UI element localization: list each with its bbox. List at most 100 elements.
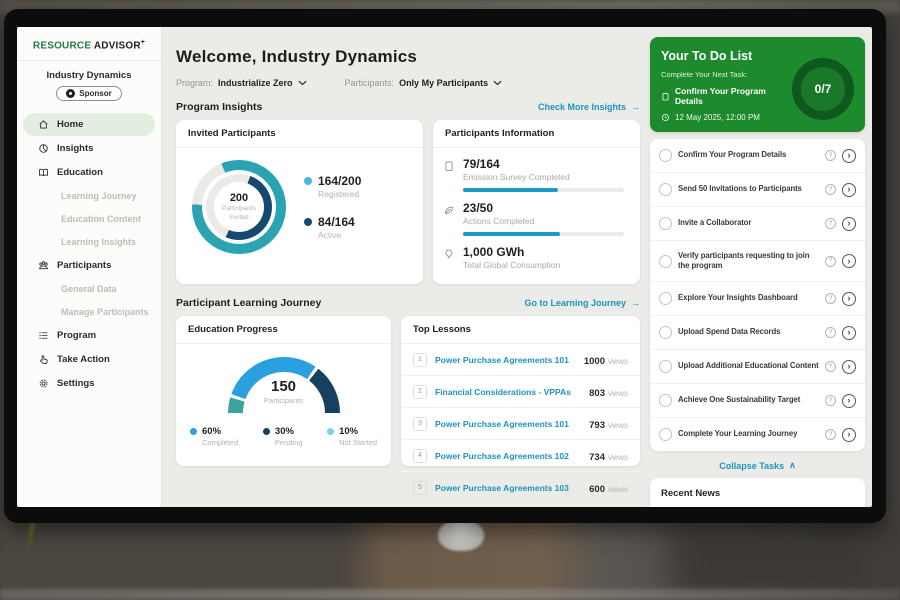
legend-dot [304, 177, 312, 185]
legend-dot [190, 428, 197, 435]
task-open-button[interactable]: › [842, 394, 856, 408]
task-row[interactable]: Explore Your Insights Dashboard ? › [650, 282, 865, 316]
legend-dot [263, 428, 270, 435]
help-icon[interactable]: ? [825, 395, 836, 406]
lesson-title-link[interactable]: Power Purchase Agreements 101 [435, 355, 576, 365]
participants-icon [38, 260, 49, 271]
task-checkbox[interactable] [659, 217, 672, 230]
check-more-insights-link[interactable]: Check More Insights → [538, 102, 640, 112]
task-row[interactable]: Upload Additional Educational Content ? … [650, 350, 865, 384]
sidebar-item-label: Education [57, 167, 103, 178]
sidebar-item-label: Program [57, 330, 96, 341]
sidebar-item-general-data[interactable]: General Data [23, 278, 155, 300]
task-row[interactable]: Confirm Your Program Details ? › [650, 139, 865, 173]
help-icon[interactable]: ? [825, 256, 836, 267]
task-checkbox[interactable] [659, 394, 672, 407]
legend-item-not-started: 10% Not Started [327, 426, 377, 447]
lesson-title-link[interactable]: Power Purchase Agreements 103 [435, 483, 581, 493]
sidebar-item-label: Learning Journey [61, 191, 137, 201]
settings-icon [38, 378, 49, 389]
sidebar-item-settings[interactable]: Settings [23, 372, 155, 395]
participants-filter-value: Only My Participants [399, 78, 488, 88]
recent-news-card: Recent News [650, 478, 865, 507]
sponsor-badge-icon [66, 89, 75, 98]
survey-icon [443, 160, 455, 172]
task-row[interactable]: Achieve One Sustainability Target ? › [650, 384, 865, 418]
invited-legend: 164/200 Registered 84/164 Active [304, 174, 361, 240]
task-row[interactable]: Send 50 Invitations to Participants ? › [650, 173, 865, 207]
task-checkbox[interactable] [659, 255, 672, 268]
sponsor-badge[interactable]: Sponsor [56, 86, 121, 101]
task-row[interactable]: Invite a Collaborator ? › [650, 207, 865, 241]
help-icon[interactable]: ? [825, 429, 836, 440]
help-icon[interactable]: ? [825, 361, 836, 372]
program-icon [38, 330, 49, 341]
sidebar-item-label: Learning Insights [61, 237, 136, 247]
task-row[interactable]: Upload Spend Data Records ? › [650, 316, 865, 350]
task-checkbox[interactable] [659, 428, 672, 441]
sidebar-item-manage-participants[interactable]: Manage Participants [23, 301, 155, 323]
participants-filter[interactable]: Participants: Only My Participants [345, 78, 503, 88]
todo-progress-ring: 0/7 [792, 58, 854, 120]
task-open-button[interactable]: › [842, 149, 856, 163]
chevron-right-icon: › [848, 218, 851, 228]
card-title: Invited Participants [176, 120, 423, 148]
sidebar-item-label: Manage Participants [61, 307, 149, 317]
lesson-rank: 3 [413, 417, 427, 431]
invited-participants-card: Invited Participants 200 Participants In… [176, 120, 423, 284]
help-icon[interactable]: ? [825, 218, 836, 229]
lesson-title-link[interactable]: Power Purchase Agreements 101 [435, 419, 581, 429]
todo-panel: Your To Do List Complete Your Next Task:… [650, 27, 872, 507]
task-open-button[interactable]: › [842, 254, 856, 268]
gauge-center-value: 150 [228, 378, 340, 395]
task-row[interactable]: Verify participants requesting to join t… [650, 241, 865, 282]
task-checkbox[interactable] [659, 292, 672, 305]
chevron-right-icon: › [848, 429, 851, 439]
chevron-right-icon: › [848, 150, 851, 160]
participants-information-card: Participants Information 79/164 Emission… [433, 120, 640, 284]
task-checkbox[interactable] [659, 326, 672, 339]
sidebar-item-program[interactable]: Program [23, 324, 155, 347]
learning-journey-title: Participant Learning Journey [176, 297, 321, 309]
task-open-button[interactable]: › [842, 428, 856, 442]
program-insights-title: Program Insights [176, 101, 262, 113]
education-progress-card: Education Progress 150 Participants [176, 316, 391, 466]
sidebar-item-take-action[interactable]: Take Action [23, 348, 155, 371]
sidebar-item-education[interactable]: Education [23, 161, 155, 184]
help-icon[interactable]: ? [825, 184, 836, 195]
help-icon[interactable]: ? [825, 293, 836, 304]
go-to-learning-journey-link[interactable]: Go to Learning Journey → [524, 298, 640, 308]
sidebar-item-participants[interactable]: Participants [23, 254, 155, 277]
sidebar-item-learning-insights[interactable]: Learning Insights [23, 231, 155, 253]
task-checkbox[interactable] [659, 360, 672, 373]
invited-donut-chart: 200 Participants Invited [192, 160, 286, 254]
task-checkbox[interactable] [659, 183, 672, 196]
legend-dot [304, 218, 312, 226]
task-open-button[interactable]: › [842, 292, 856, 306]
task-row[interactable]: Complete Your Learning Journey ? › [650, 418, 865, 451]
page-title: Welcome, Industry Dynamics [176, 47, 640, 67]
task-open-button[interactable]: › [842, 183, 856, 197]
sidebar-item-education-content[interactable]: Education Content [23, 208, 155, 230]
card-title: Education Progress [176, 316, 391, 344]
sidebar-item-insights[interactable]: Insights [23, 137, 155, 160]
task-open-button[interactable]: › [842, 217, 856, 231]
program-filter[interactable]: Program: Industrialize Zero [176, 78, 307, 88]
brand-secondary: ADVISOR [94, 40, 141, 51]
legend-item-completed: 60% Completed [190, 426, 238, 447]
sidebar-item-learning-journey[interactable]: Learning Journey [23, 185, 155, 207]
education-gauge-legend: 60% Completed 30% Pending 10% [176, 414, 391, 447]
task-open-button[interactable]: › [842, 360, 856, 374]
task-open-button[interactable]: › [842, 326, 856, 340]
sidebar-item-home[interactable]: Home [23, 113, 155, 136]
lesson-title-link[interactable]: Power Purchase Agreements 102 [435, 451, 581, 461]
help-icon[interactable]: ? [825, 150, 836, 161]
lesson-row: 4 Power Purchase Agreements 102 734views [401, 440, 640, 472]
task-checkbox[interactable] [659, 149, 672, 162]
photo-scene: RESOURCE ADVISOR+ Industry Dynamics Spon… [0, 0, 900, 600]
lesson-title-link[interactable]: Financial Considerations - VPPAs [435, 387, 581, 397]
sponsor-badge-label: Sponsor [79, 89, 111, 98]
collapse-tasks-link[interactable]: Collapse Tasks ∧ [650, 451, 865, 478]
help-icon[interactable]: ? [825, 327, 836, 338]
lesson-row: 1 Power Purchase Agreements 101 1000view… [401, 344, 640, 376]
